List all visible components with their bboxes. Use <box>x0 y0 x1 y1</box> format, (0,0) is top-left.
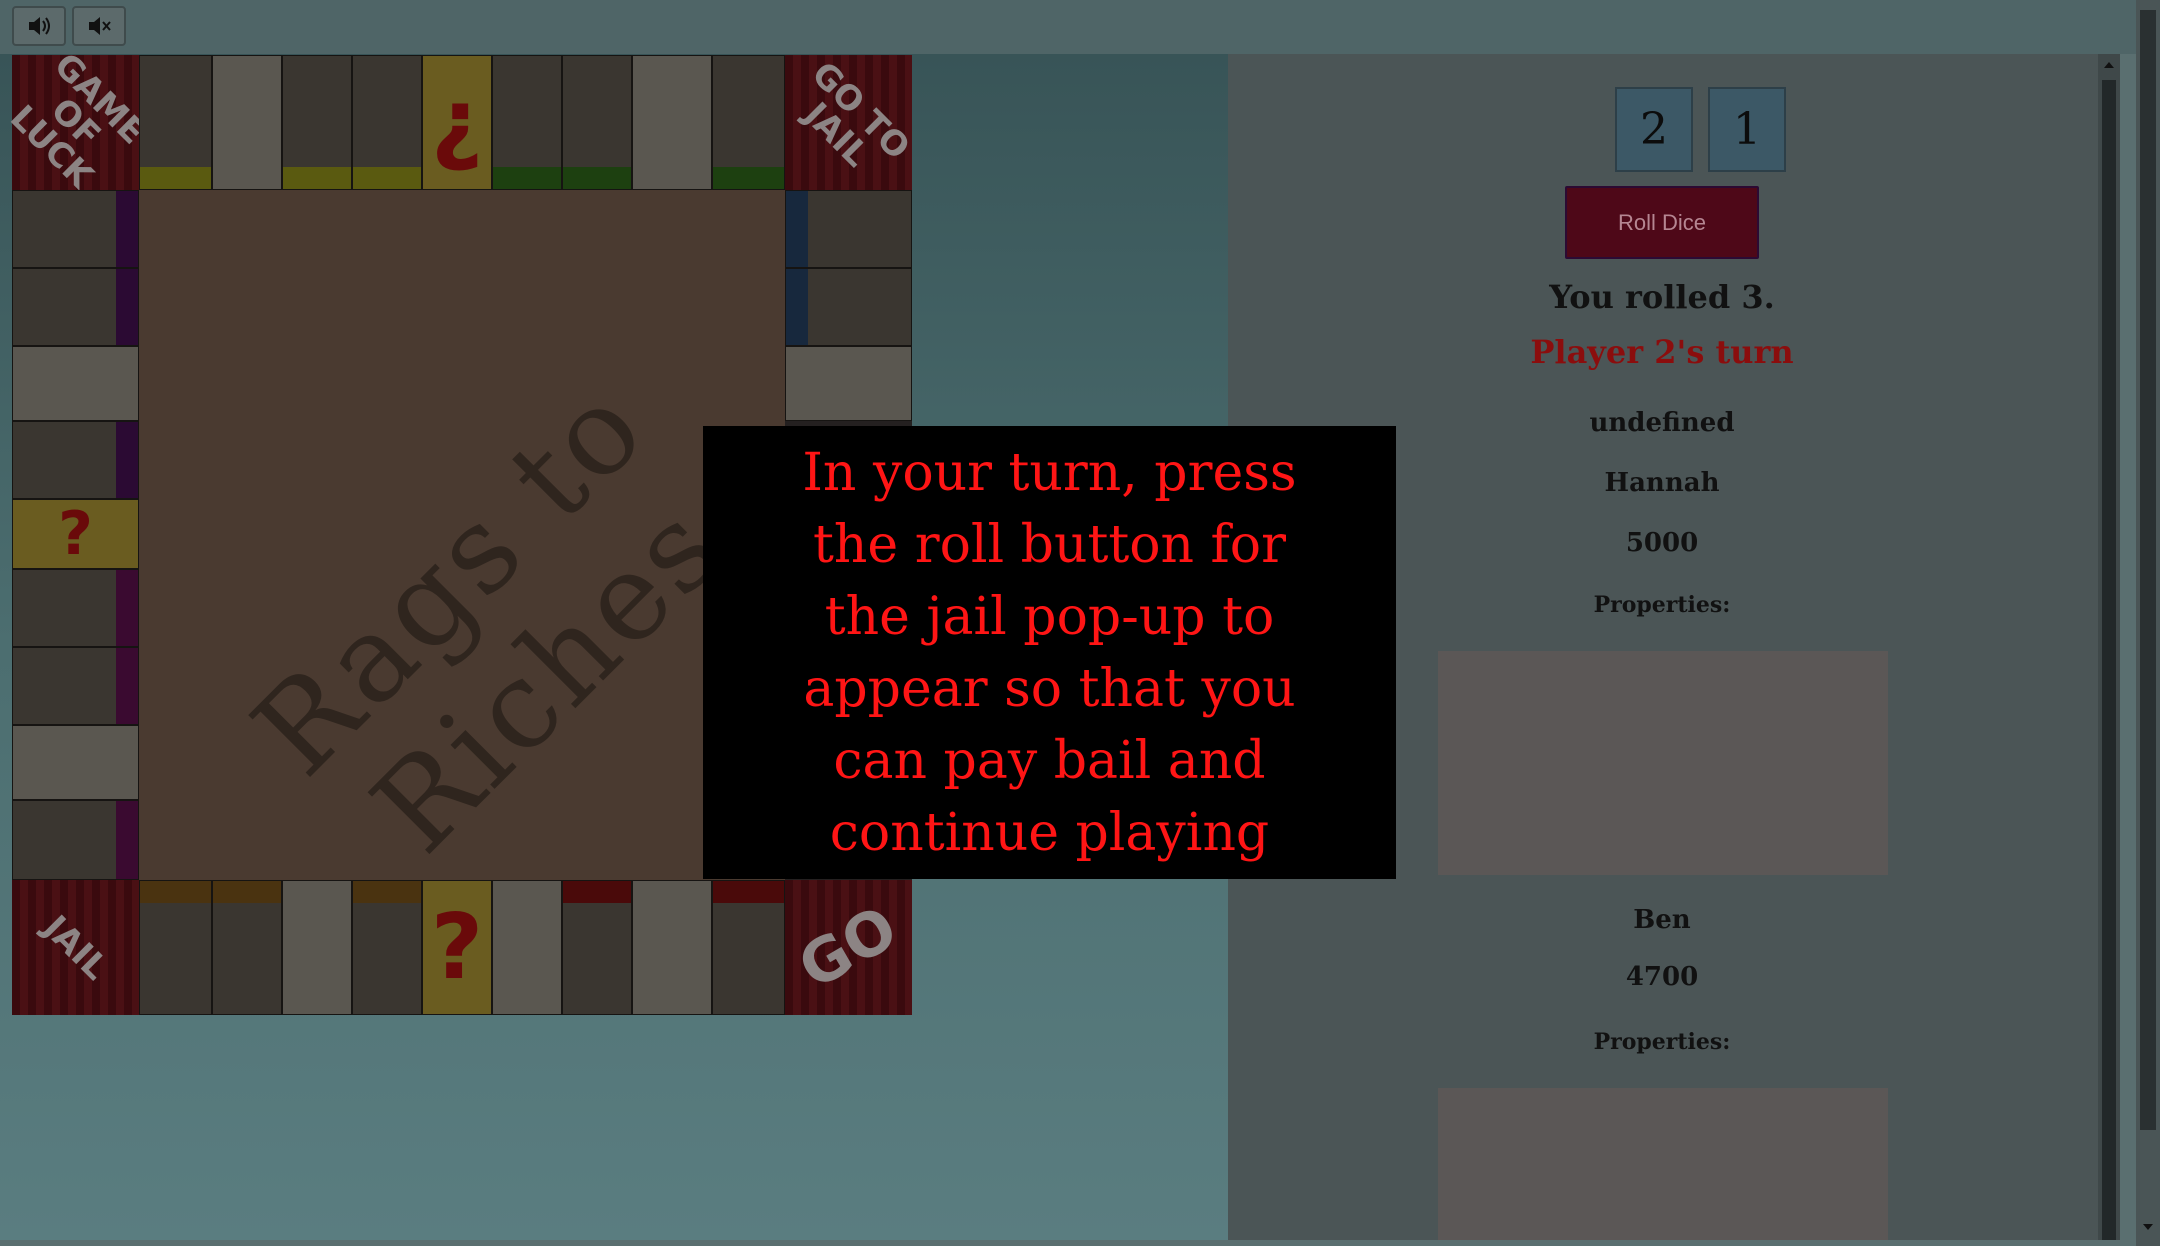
chance-space: ? <box>422 880 492 1015</box>
properties-list <box>1438 1088 1888 1240</box>
board-space <box>12 346 139 421</box>
chance-space: ¿ <box>422 55 492 190</box>
corner-game-of-luck: GAME OF LUCK <box>2 44 154 196</box>
turn-indicator: Player 2's turn <box>1530 333 1794 371</box>
board-center: Rags to Riches <box>139 190 785 880</box>
scroll-thumb[interactable] <box>2102 80 2116 1240</box>
board-space <box>562 55 632 190</box>
page-scrollbar[interactable] <box>2136 0 2160 1246</box>
properties-label: Properties: <box>1593 592 1731 618</box>
board-space <box>632 55 712 190</box>
roll-result: You rolled 3. <box>1549 278 1775 316</box>
player-name: Ben <box>1633 905 1691 935</box>
board-space <box>632 880 712 1015</box>
sound-on-button[interactable] <box>12 6 66 46</box>
board-space <box>139 55 212 190</box>
board-title: Rags to Riches <box>227 357 750 880</box>
board-space <box>785 346 912 421</box>
player-money: 5000 <box>1625 528 1699 558</box>
board-space <box>562 880 632 1015</box>
scroll-up-icon[interactable] <box>2104 62 2114 68</box>
properties-list <box>1438 651 1888 875</box>
properties-label: Properties: <box>1593 1029 1731 1055</box>
board-space <box>12 190 139 268</box>
corner-jail: JAIL <box>12 880 139 1015</box>
modal-message: In your turn, press the roll button for … <box>802 442 1297 863</box>
mute-button[interactable] <box>72 6 126 46</box>
board-space <box>212 55 282 190</box>
board-space <box>785 190 912 268</box>
corner-go: GO <box>785 880 912 1015</box>
speaker-mute-icon <box>89 17 111 35</box>
instruction-modal[interactable]: In your turn, press the roll button for … <box>703 426 1396 879</box>
roll-dice-button[interactable]: Roll Dice <box>1565 186 1759 259</box>
board-space <box>492 880 562 1015</box>
board-space <box>712 55 785 190</box>
chance-space: ? <box>12 499 139 569</box>
die-2: 1 <box>1708 87 1786 172</box>
board-space <box>785 268 912 346</box>
board-space <box>282 55 352 190</box>
board-space <box>282 880 352 1015</box>
audio-toolbar <box>0 0 2160 54</box>
board-space <box>12 725 139 800</box>
board-space <box>352 55 422 190</box>
board-space <box>212 880 282 1015</box>
board-space <box>352 880 422 1015</box>
speaker-on-icon <box>29 17 50 35</box>
board-space <box>12 421 139 499</box>
board-space <box>12 268 139 346</box>
status-message: undefined <box>1589 408 1735 438</box>
board-space <box>139 880 212 1015</box>
board-space <box>492 55 562 190</box>
player-money: 4700 <box>1625 962 1699 992</box>
board-space <box>12 647 139 725</box>
board-space <box>712 880 785 1015</box>
die-1: 2 <box>1615 87 1693 172</box>
player-name: Hannah <box>1604 468 1720 498</box>
page-scroll-thumb[interactable] <box>2140 10 2156 1130</box>
corner-go-to-jail: GO TO JAIL <box>785 54 917 190</box>
panel-scrollbar[interactable] <box>2098 54 2120 1240</box>
board-space <box>12 800 139 880</box>
scroll-down-icon[interactable] <box>2143 1224 2153 1230</box>
board-space <box>12 569 139 647</box>
